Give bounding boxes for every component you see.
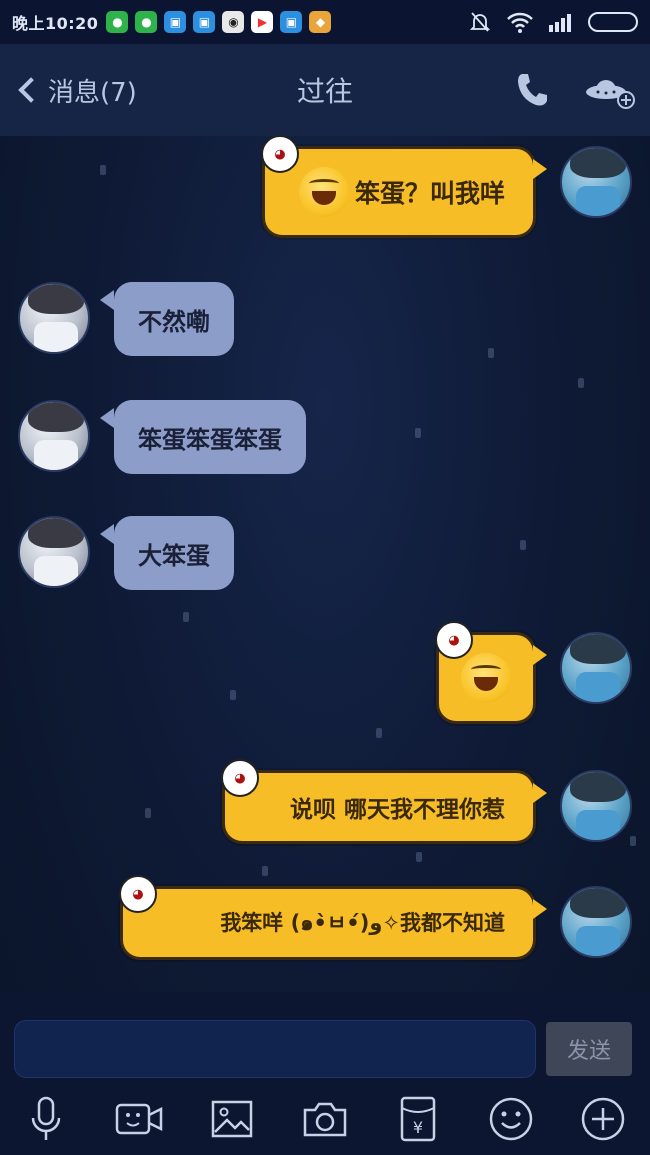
mascot-sticker-icon: ◕ <box>119 875 157 913</box>
svg-text:¥: ¥ <box>413 1118 423 1137</box>
app-icon: ▣ <box>280 11 303 33</box>
wifi-icon <box>507 12 533 33</box>
image-icon[interactable] <box>207 1094 257 1144</box>
app-icon: ▣ <box>164 11 187 33</box>
phone-icon[interactable] <box>514 70 550 110</box>
message-bubble-outgoing[interactable]: ◕ 笨蛋？叫我咩 <box>261 135 547 238</box>
wechat-icon: ● <box>135 11 158 33</box>
wechat-icon: ● <box>106 11 129 33</box>
mute-bell-icon <box>469 12 491 32</box>
back-button[interactable]: 消息(7) <box>0 72 137 109</box>
panda-icon: ◉ <box>222 11 245 33</box>
my-avatar[interactable] <box>560 146 632 218</box>
emoji-icon[interactable] <box>486 1094 536 1144</box>
message-bubble-outgoing[interactable]: ◕ <box>435 621 547 724</box>
message-text: 我笨咩 (๑•̀ㅂ•́)و✧我都不知道 <box>220 910 505 935</box>
camera-icon[interactable] <box>300 1094 350 1144</box>
notification-icons: ● ● ▣ ▣ ◉ ▶ ▣ ◆ <box>106 11 332 33</box>
message-text: 大笨蛋 <box>138 541 210 570</box>
battery-icon <box>588 12 638 32</box>
status-time: 晚上10:20 <box>12 14 99 33</box>
message-bubble-outgoing[interactable]: ◕ 说呗 哪天我不理你惹 <box>221 759 547 844</box>
contact-avatar[interactable] <box>18 516 90 588</box>
message-bubble-incoming[interactable]: 笨蛋笨蛋笨蛋 <box>100 400 306 474</box>
message-text: 说呗 哪天我不理你惹 <box>289 797 505 823</box>
my-avatar[interactable] <box>560 886 632 958</box>
play-store-icon: ▶ <box>251 11 274 33</box>
gallery-icon: ◆ <box>309 11 332 33</box>
plus-icon[interactable] <box>578 1094 628 1144</box>
status-bar: 晚上10:20 ● ● ▣ ▣ ◉ ▶ ▣ ◆ <box>0 0 650 44</box>
mascot-sticker-icon: ◕ <box>435 621 473 659</box>
signal-icon <box>549 14 571 32</box>
contact-avatar[interactable] <box>18 282 90 354</box>
my-avatar[interactable] <box>560 632 632 704</box>
message-text: 笨蛋？叫我咩 <box>354 179 505 208</box>
message-input[interactable] <box>14 1020 536 1078</box>
message-text: 笨蛋笨蛋笨蛋 <box>138 425 282 454</box>
mascot-sticker-icon: ◕ <box>261 135 299 173</box>
app-icon: ▣ <box>193 11 216 33</box>
video-icon[interactable] <box>114 1094 164 1144</box>
message-text: 不然嘞 <box>138 307 210 336</box>
back-label: 消息(7) <box>48 77 137 108</box>
message-bubble-outgoing[interactable]: ◕ 我笨咩 (๑•̀ㅂ•́)و✧我都不知道 <box>119 875 547 960</box>
laughing-tears-emoji-icon <box>298 167 349 217</box>
red-packet-icon[interactable]: ¥ <box>393 1094 443 1144</box>
laughing-tears-emoji-icon <box>461 653 511 703</box>
microphone-icon[interactable] <box>21 1094 71 1144</box>
chevron-left-icon <box>18 77 44 103</box>
input-toolbar: ¥ <box>0 1082 650 1155</box>
message-bubble-incoming[interactable]: 大笨蛋 <box>100 516 234 590</box>
my-avatar[interactable] <box>560 770 632 842</box>
message-bubble-incoming[interactable]: 不然嘞 <box>100 282 234 356</box>
message-list: ◕ 笨蛋？叫我咩 不然嘞 笨蛋笨蛋笨蛋 大笨蛋 ◕ ◕ 说呗 哪天我不理你惹 ◕… <box>0 135 650 992</box>
contact-avatar[interactable] <box>18 400 90 472</box>
chat-header: 消息(7) 过往 <box>0 44 650 136</box>
mascot-sticker-icon: ◕ <box>221 759 259 797</box>
ufo-add-icon[interactable] <box>584 70 636 110</box>
send-button[interactable]: 发送 <box>546 1022 632 1076</box>
